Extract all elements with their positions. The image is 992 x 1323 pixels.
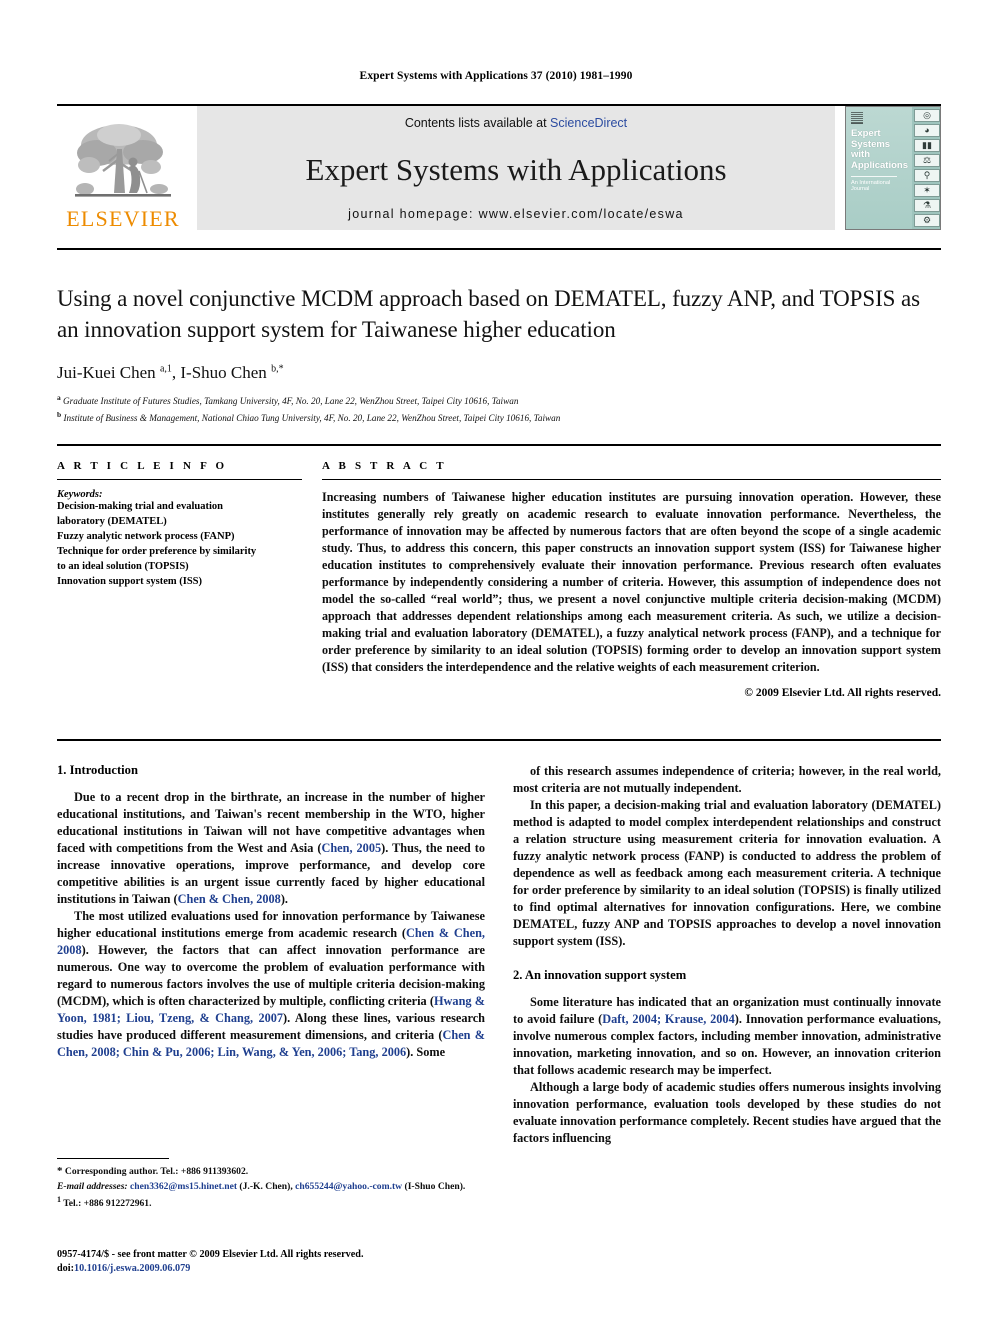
imprint-block: 0957-4174/$ - see front matter © 2009 El… bbox=[57, 1248, 557, 1277]
page-title: Using a novel conjunctive MCDM approach … bbox=[57, 286, 920, 342]
doi-line: doi:10.1016/j.eswa.2009.06.079 bbox=[57, 1262, 557, 1276]
elsevier-wordmark: ELSEVIER bbox=[66, 206, 180, 231]
keyword-item: Fuzzy analytic network process (FANP) bbox=[57, 530, 235, 542]
copyright-line: © 2009 Elsevier Ltd. All rights reserved… bbox=[744, 686, 941, 699]
paragraph: Some literature has indicated that an or… bbox=[513, 995, 941, 1078]
author-list: Jui-Kuei Chen a,1, I-Shuo Chen b,* bbox=[57, 363, 284, 383]
contents-available-line: Contents lists available at ScienceDirec… bbox=[405, 116, 627, 130]
keyword-item: Innovation support system (ISS) bbox=[57, 575, 202, 587]
body-column-left: 1. Introduction Due to a recent drop in … bbox=[57, 763, 485, 1147]
tool-icon: ⚙ bbox=[914, 214, 940, 227]
cover-publisher-icon bbox=[851, 112, 863, 124]
journal-masthead: ELSEVIER Contents lists available at Sci… bbox=[57, 104, 941, 230]
section-heading-introduction: 1. Introduction bbox=[57, 763, 138, 777]
affiliation-b: b Institute of Business & Management, Na… bbox=[57, 410, 561, 424]
paragraph: of this research assumes independence of… bbox=[513, 764, 941, 796]
affiliation-list: a Graduate Institute of Futures Studies,… bbox=[57, 392, 941, 426]
footnote-rule bbox=[57, 1158, 169, 1159]
article-info-heading: A R T I C L E I N F O bbox=[57, 460, 228, 472]
article-page: Expert Systems with Applications 37 (201… bbox=[0, 0, 992, 1323]
flask-icon: ⚗ bbox=[914, 199, 940, 212]
satellite-icon: ✶ bbox=[914, 184, 940, 197]
body-column-right: of this research assumes independence of… bbox=[513, 763, 941, 1147]
microscope-icon: ⚲ bbox=[914, 169, 940, 182]
journal-homepage-link[interactable]: journal homepage: www.elsevier.com/locat… bbox=[348, 207, 684, 221]
sciencedirect-link[interactable]: ScienceDirect bbox=[550, 116, 627, 130]
issn-line: 0957-4174/$ - see front matter © 2009 El… bbox=[57, 1249, 364, 1260]
keywords-list: Decision-making trial and evaluation lab… bbox=[57, 500, 302, 589]
footnote-email-addresses: E-mail addresses: chen3362@ms15.hinet.ne… bbox=[57, 1180, 466, 1192]
elsevier-logo: ELSEVIER bbox=[57, 106, 189, 230]
affiliation-a: a Graduate Institute of Futures Studies,… bbox=[57, 393, 519, 407]
footnote-block: * Corresponding author. Tel.: +886 91139… bbox=[57, 1158, 485, 1211]
globe-icon: ◎ bbox=[914, 109, 940, 122]
abstract-heading: A B S T R A C T bbox=[322, 460, 447, 472]
keyword-item: Technique for order preference by simila… bbox=[57, 545, 257, 557]
cover-icon-strip: ◎ ◕ ▮▮ ⚖ ⚲ ✶ ⚗ ⚙ bbox=[912, 107, 940, 229]
contents-prefix: Contents lists available at bbox=[404, 116, 551, 130]
paragraph: In this paper, a decision-making trial a… bbox=[513, 798, 941, 949]
cover-subtitle: An International Journal bbox=[851, 175, 897, 194]
title-block: Using a novel conjunctive MCDM approach … bbox=[57, 248, 941, 426]
keyword-item: laboratory (DEMATEL) bbox=[57, 515, 167, 527]
footnote-tel: 1 Tel.: +886 912272961. bbox=[57, 1194, 152, 1209]
bar-chart-icon: ▮▮ bbox=[914, 139, 940, 152]
cover-front: Expert Systems with Applications An Inte… bbox=[846, 107, 912, 229]
article-info-rule bbox=[57, 479, 302, 480]
magnifier-icon: ◕ bbox=[914, 124, 940, 137]
abstract-text: Increasing numbers of Taiwanese higher e… bbox=[322, 490, 941, 674]
article-info-column: A R T I C L E I N F O Keywords: Decision… bbox=[57, 460, 302, 699]
info-abstract-region: A R T I C L E I N F O Keywords: Decision… bbox=[57, 444, 941, 699]
paragraph: Although a large body of academic studie… bbox=[513, 1080, 941, 1146]
keyword-item: to an ideal solution (TOPSIS) bbox=[57, 560, 189, 572]
scale-icon: ⚖ bbox=[914, 154, 940, 167]
footnote-corresponding-author: * Corresponding author. Tel.: +886 91139… bbox=[57, 1165, 249, 1177]
article-body: 1. Introduction Due to a recent drop in … bbox=[57, 739, 941, 1147]
section-heading-innovation-support-system: 2. An innovation support system bbox=[513, 968, 687, 983]
cover-title: Expert Systems with Applications bbox=[851, 128, 909, 171]
journal-banner: Contents lists available at ScienceDirec… bbox=[197, 106, 835, 230]
running-head: Expert Systems with Applications 37 (201… bbox=[359, 70, 633, 82]
doi-prefix: doi: bbox=[57, 1263, 74, 1275]
elsevier-tree-icon bbox=[67, 119, 179, 207]
abstract-rule bbox=[322, 479, 941, 480]
keyword-item: Decision-making trial and evaluation bbox=[57, 501, 223, 512]
abstract-column: A B S T R A C T Increasing numbers of Ta… bbox=[322, 460, 941, 699]
doi-link[interactable]: 10.1016/j.eswa.2009.06.079 bbox=[74, 1263, 190, 1274]
journal-cover-thumbnail: Expert Systems with Applications An Inte… bbox=[845, 106, 941, 230]
journal-title: Expert Systems with Applications bbox=[305, 151, 727, 187]
keywords-label: Keywords: bbox=[57, 489, 103, 500]
paragraph: The most utilized evaluations used for i… bbox=[57, 909, 486, 1060]
paragraph: Due to a recent drop in the birthrate, a… bbox=[57, 790, 486, 907]
